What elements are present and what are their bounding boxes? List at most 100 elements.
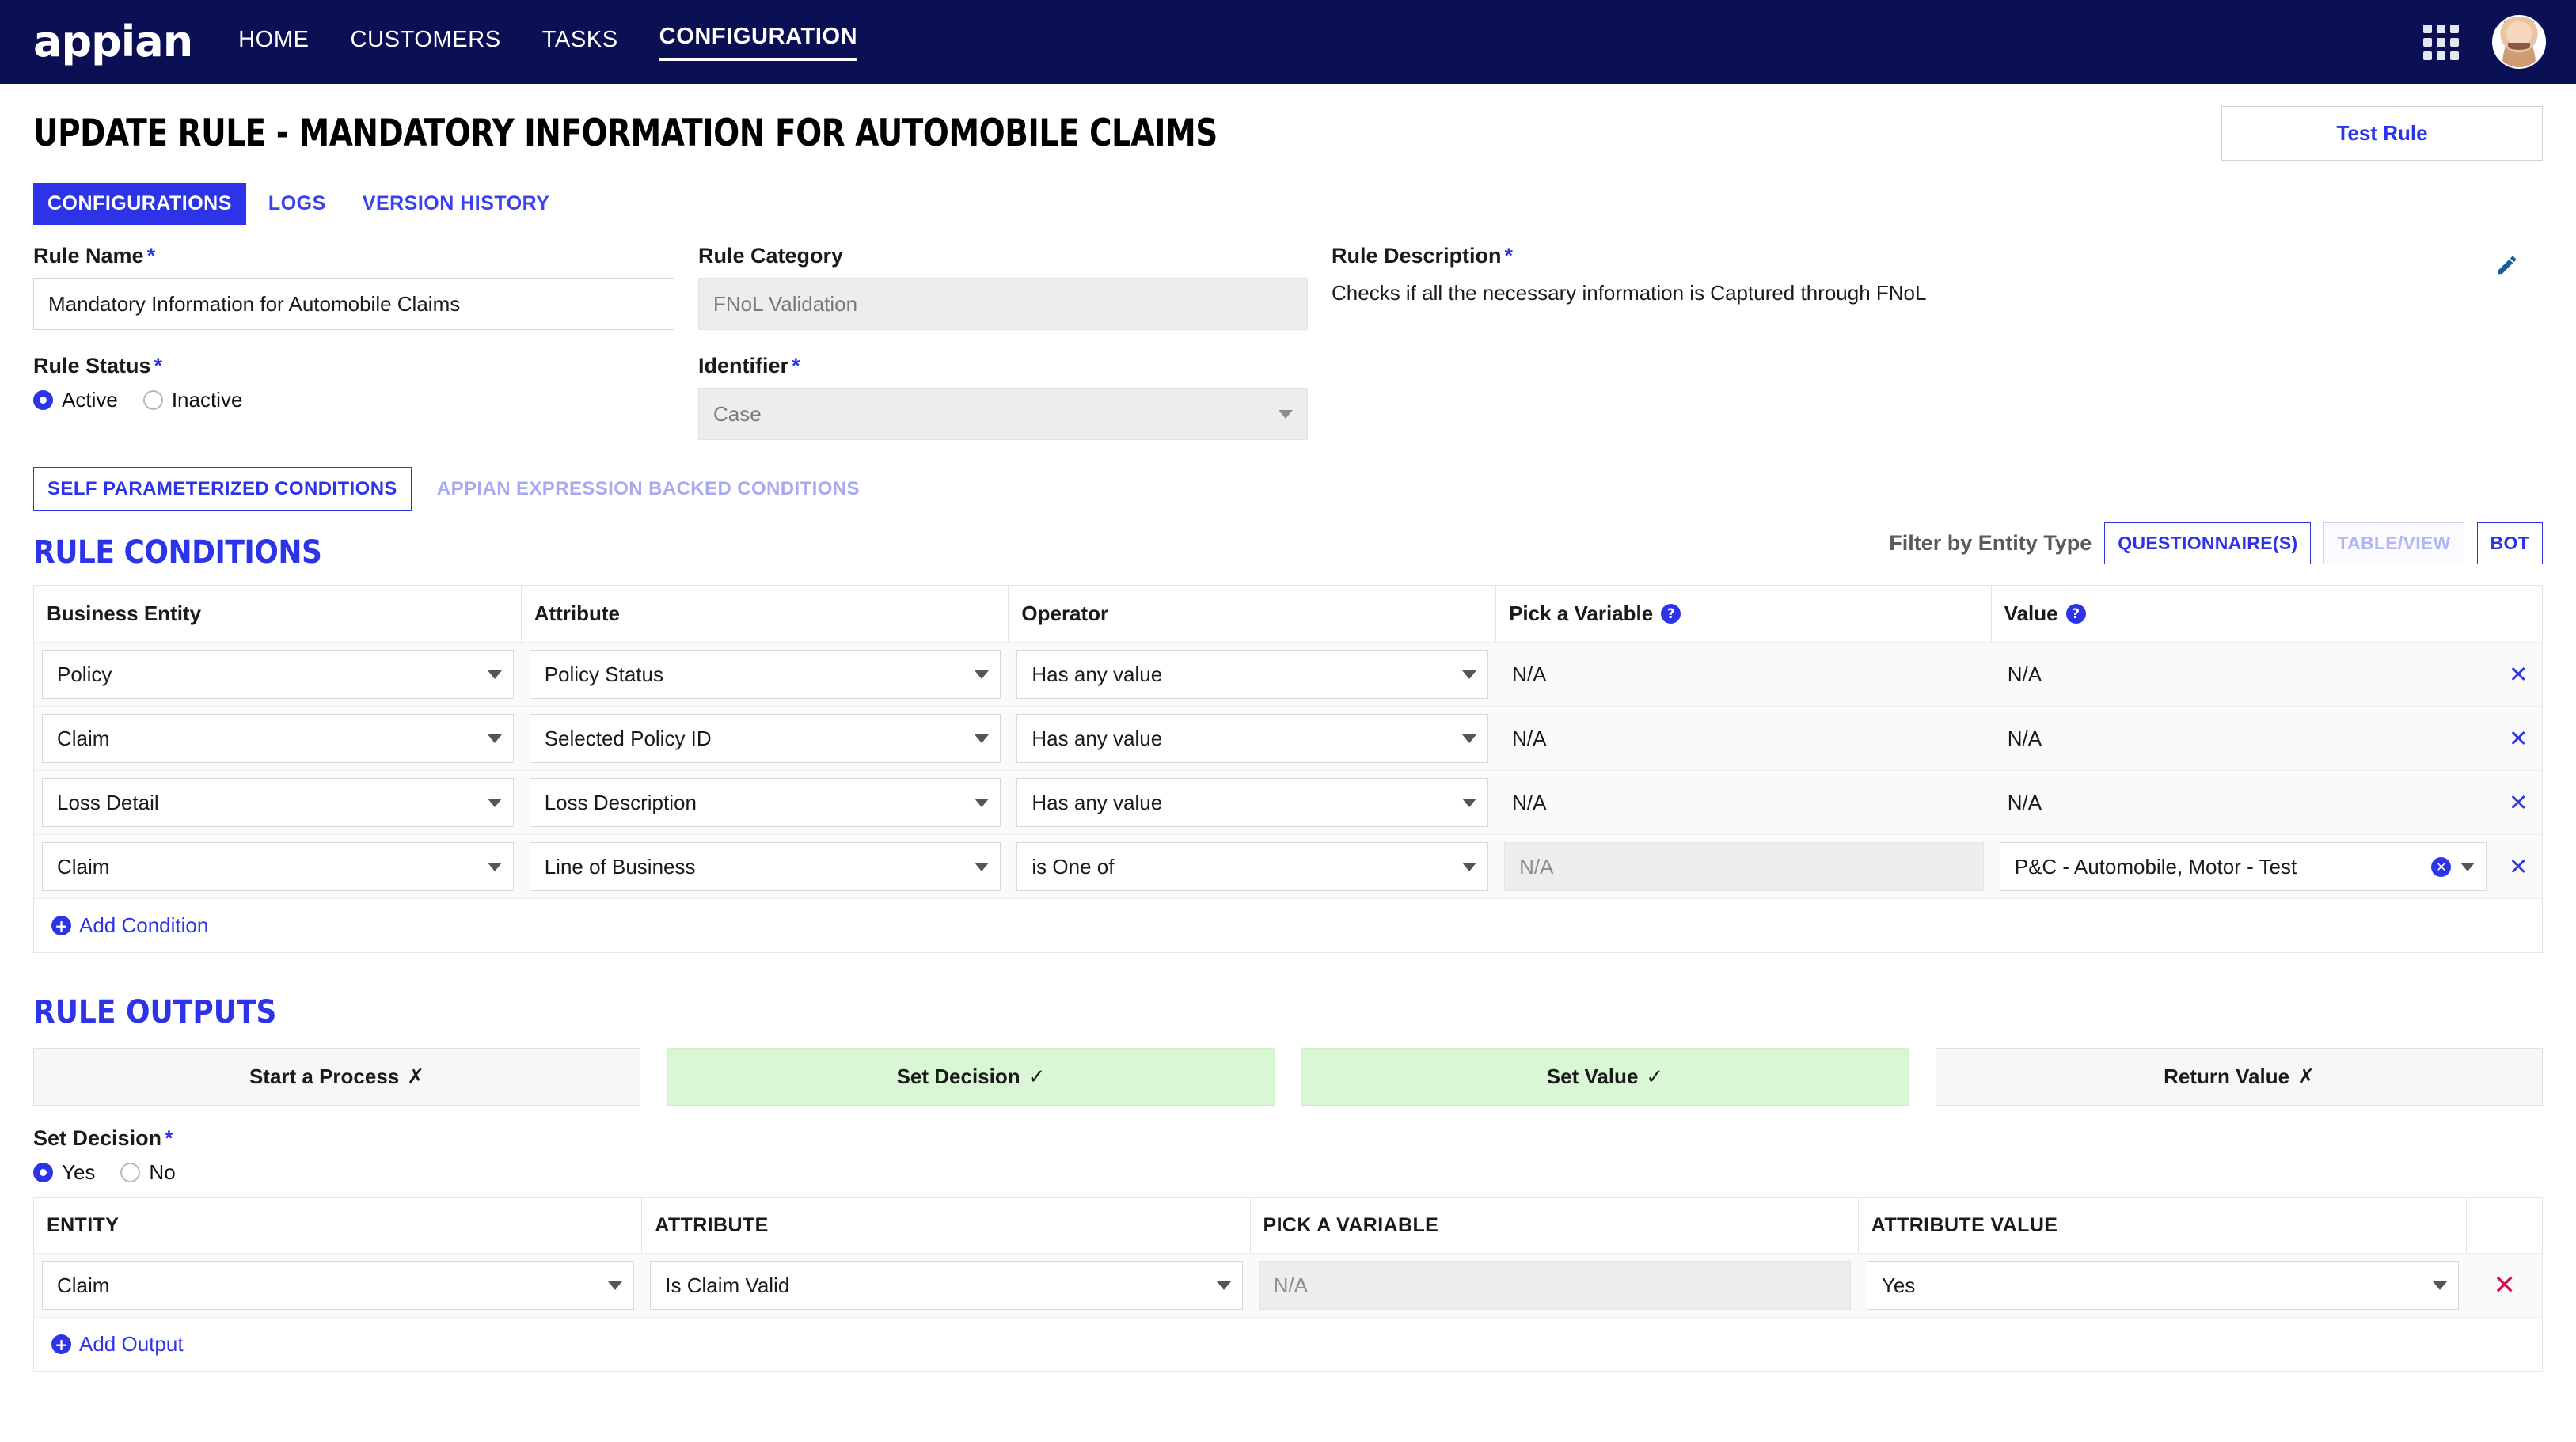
filter-questionnaires-button[interactable]: QUESTIONNAIRE(S) [2104,522,2312,564]
output-return-value-button[interactable]: Return Value ✗ [1936,1048,2543,1106]
test-rule-button[interactable]: Test Rule [2221,106,2543,161]
set-decision-option-yes[interactable]: Yes [33,1160,95,1185]
chevron-down-icon [975,798,990,807]
rule-conditions-section-bar: RULE CONDITIONS Filter by Entity Type QU… [0,511,2576,571]
output-start-a-process-button[interactable]: Start a Process ✗ [33,1048,640,1106]
condition-entity-select[interactable]: Claim [42,714,514,763]
condition-variable-cell: N/A [1496,835,1992,898]
required-asterisk: * [146,244,156,268]
cross-icon: ✗ [407,1065,425,1089]
set-decision-yes-label: Yes [62,1160,96,1184]
condition-value-select[interactable]: P&C - Automobile, Motor - Test ✕ [1999,842,2487,891]
condition-entity-select[interactable]: Claim [42,842,514,891]
condition-value-text: N/A [2007,662,2042,686]
edit-description-button[interactable] [2495,253,2543,281]
tab-configurations[interactable]: CONFIGURATIONS [33,183,246,225]
rule-conditions-title: RULE CONDITIONS [33,534,322,571]
condition-value-cell: N/A [1992,655,2495,694]
tab-self-parameterized-conditions[interactable]: SELF PARAMETERIZED CONDITIONS [33,467,412,511]
output-value-select[interactable]: Yes [1866,1261,2460,1310]
set-decision-option-no[interactable]: No [120,1160,176,1185]
page-header: UPDATE RULE - MANDATORY INFORMATION FOR … [0,84,2576,165]
condition-attribute-cell: Selected Policy ID [522,707,1009,770]
output-attribute-select[interactable]: Is Claim Valid [650,1261,1243,1310]
check-icon: ✓ [1646,1065,1664,1089]
chevron-down-icon [2433,1281,2448,1290]
rule-status-option-active[interactable]: Active [33,388,118,412]
condition-entity-select[interactable]: Loss Detail [42,778,514,827]
output-entity-select[interactable]: Claim [42,1261,635,1310]
help-icon-pick-a-variable[interactable]: ? [1661,604,1681,624]
nav-link-tasks[interactable]: TASKS [542,27,618,58]
tab-logs[interactable]: LOGS [254,183,340,225]
condition-delete-cell: ✕ [2494,654,2542,695]
condition-attribute-select[interactable]: Line of Business [529,842,1001,891]
condition-attribute-select[interactable]: Policy Status [529,650,1001,699]
filter-bot-button[interactable]: BOT [2476,522,2543,564]
conditions-table-header: Business Entity Attribute Operator Pick … [34,586,2542,642]
condition-operator-select[interactable]: Has any value [1016,650,1489,699]
col-pick-a-variable: PICK A VARIABLE [1251,1198,1859,1253]
condition-row: Claim Selected Policy ID Has any value N… [34,706,2542,770]
rule-category-input: FNoL Validation [698,278,1308,330]
condition-attribute-select[interactable]: Selected Policy ID [529,714,1001,763]
rule-status-radio-group: Active Inactive [33,388,674,412]
col-pick-a-variable: Pick a Variable ? [1496,586,1992,642]
condition-variable-disabled-input: N/A [1504,842,1984,891]
value-select-controls: ✕ [2431,856,2475,877]
page-title: UPDATE RULE - MANDATORY INFORMATION FOR … [33,112,1218,155]
condition-operator-select[interactable]: Has any value [1016,778,1489,827]
set-decision-label: Set Decision * [33,1126,173,1150]
tab-appian-expression-backed-conditions[interactable]: APPIAN EXPRESSION BACKED CONDITIONS [423,467,874,511]
chevron-down-icon [487,734,502,743]
nav-link-customers[interactable]: CUSTOMERS [351,27,501,58]
condition-variable-value: N/A [1512,662,1547,686]
rule-outputs-title: RULE OUTPUTS [33,994,277,1030]
rule-status-option-inactive[interactable]: Inactive [142,388,242,412]
filter-table-view-button[interactable]: TABLE/VIEW [2323,522,2464,564]
add-condition-button[interactable]: + Add Condition [51,913,208,938]
output-entity-cell: Claim [34,1254,642,1317]
chevron-down-icon [487,670,502,679]
condition-attribute-select[interactable]: Loss Description [529,778,1001,827]
rule-name-input[interactable]: Mandatory Information for Automobile Cla… [33,278,674,330]
output-set-value-button[interactable]: Set Value ✓ [1301,1048,1909,1106]
condition-operator-cell: Has any value [1009,771,1496,834]
nav-link-configuration[interactable]: CONFIGURATION [659,24,858,61]
plus-icon: + [51,1334,71,1354]
col-entity: ENTITY [34,1198,643,1253]
nav-link-home[interactable]: HOME [238,27,309,58]
chevron-down-icon [975,670,990,679]
condition-entity-cell: Policy [34,643,522,706]
chevron-down-icon [608,1281,623,1290]
add-output-button[interactable]: + Add Output [51,1332,184,1357]
condition-entity-select[interactable]: Policy [42,650,514,699]
rule-status-field-group: Rule Status * Active Inactive [33,354,674,412]
help-icon-value[interactable]: ? [2065,604,2086,624]
required-asterisk: * [154,354,163,378]
condition-variable-cell: N/A [1496,655,1992,694]
condition-operator-select[interactable]: is One of [1016,842,1489,891]
condition-variable-cell: N/A [1496,719,1992,758]
clear-value-icon[interactable]: ✕ [2431,856,2452,877]
rule-description-value: Checks if all the necessary information … [1332,281,1927,305]
add-condition-label: Add Condition [79,913,209,937]
delete-condition-icon[interactable]: ✕ [2509,661,2528,688]
rule-status-active-label: Active [62,388,118,412]
col-operator: Operator [1009,586,1497,642]
condition-operator-select[interactable]: Has any value [1016,714,1489,763]
output-set-decision-button[interactable]: Set Decision ✓ [667,1048,1275,1106]
user-avatar[interactable] [2492,15,2546,69]
delete-output-icon[interactable]: ✕ [2493,1269,2516,1301]
rule-conditions-table: Business Entity Attribute Operator Pick … [33,585,2543,953]
tab-version-history[interactable]: VERSION HISTORY [348,183,564,225]
apps-grid-icon[interactable] [2423,24,2459,60]
condition-delete-cell: ✕ [2494,782,2542,823]
delete-condition-icon[interactable]: ✕ [2509,789,2528,816]
required-asterisk: * [165,1126,173,1150]
chevron-down-icon [1462,862,1477,871]
delete-condition-icon[interactable]: ✕ [2509,725,2528,752]
condition-delete-cell: ✕ [2494,718,2542,759]
delete-condition-icon[interactable]: ✕ [2509,853,2528,880]
chevron-down-icon [975,862,990,871]
